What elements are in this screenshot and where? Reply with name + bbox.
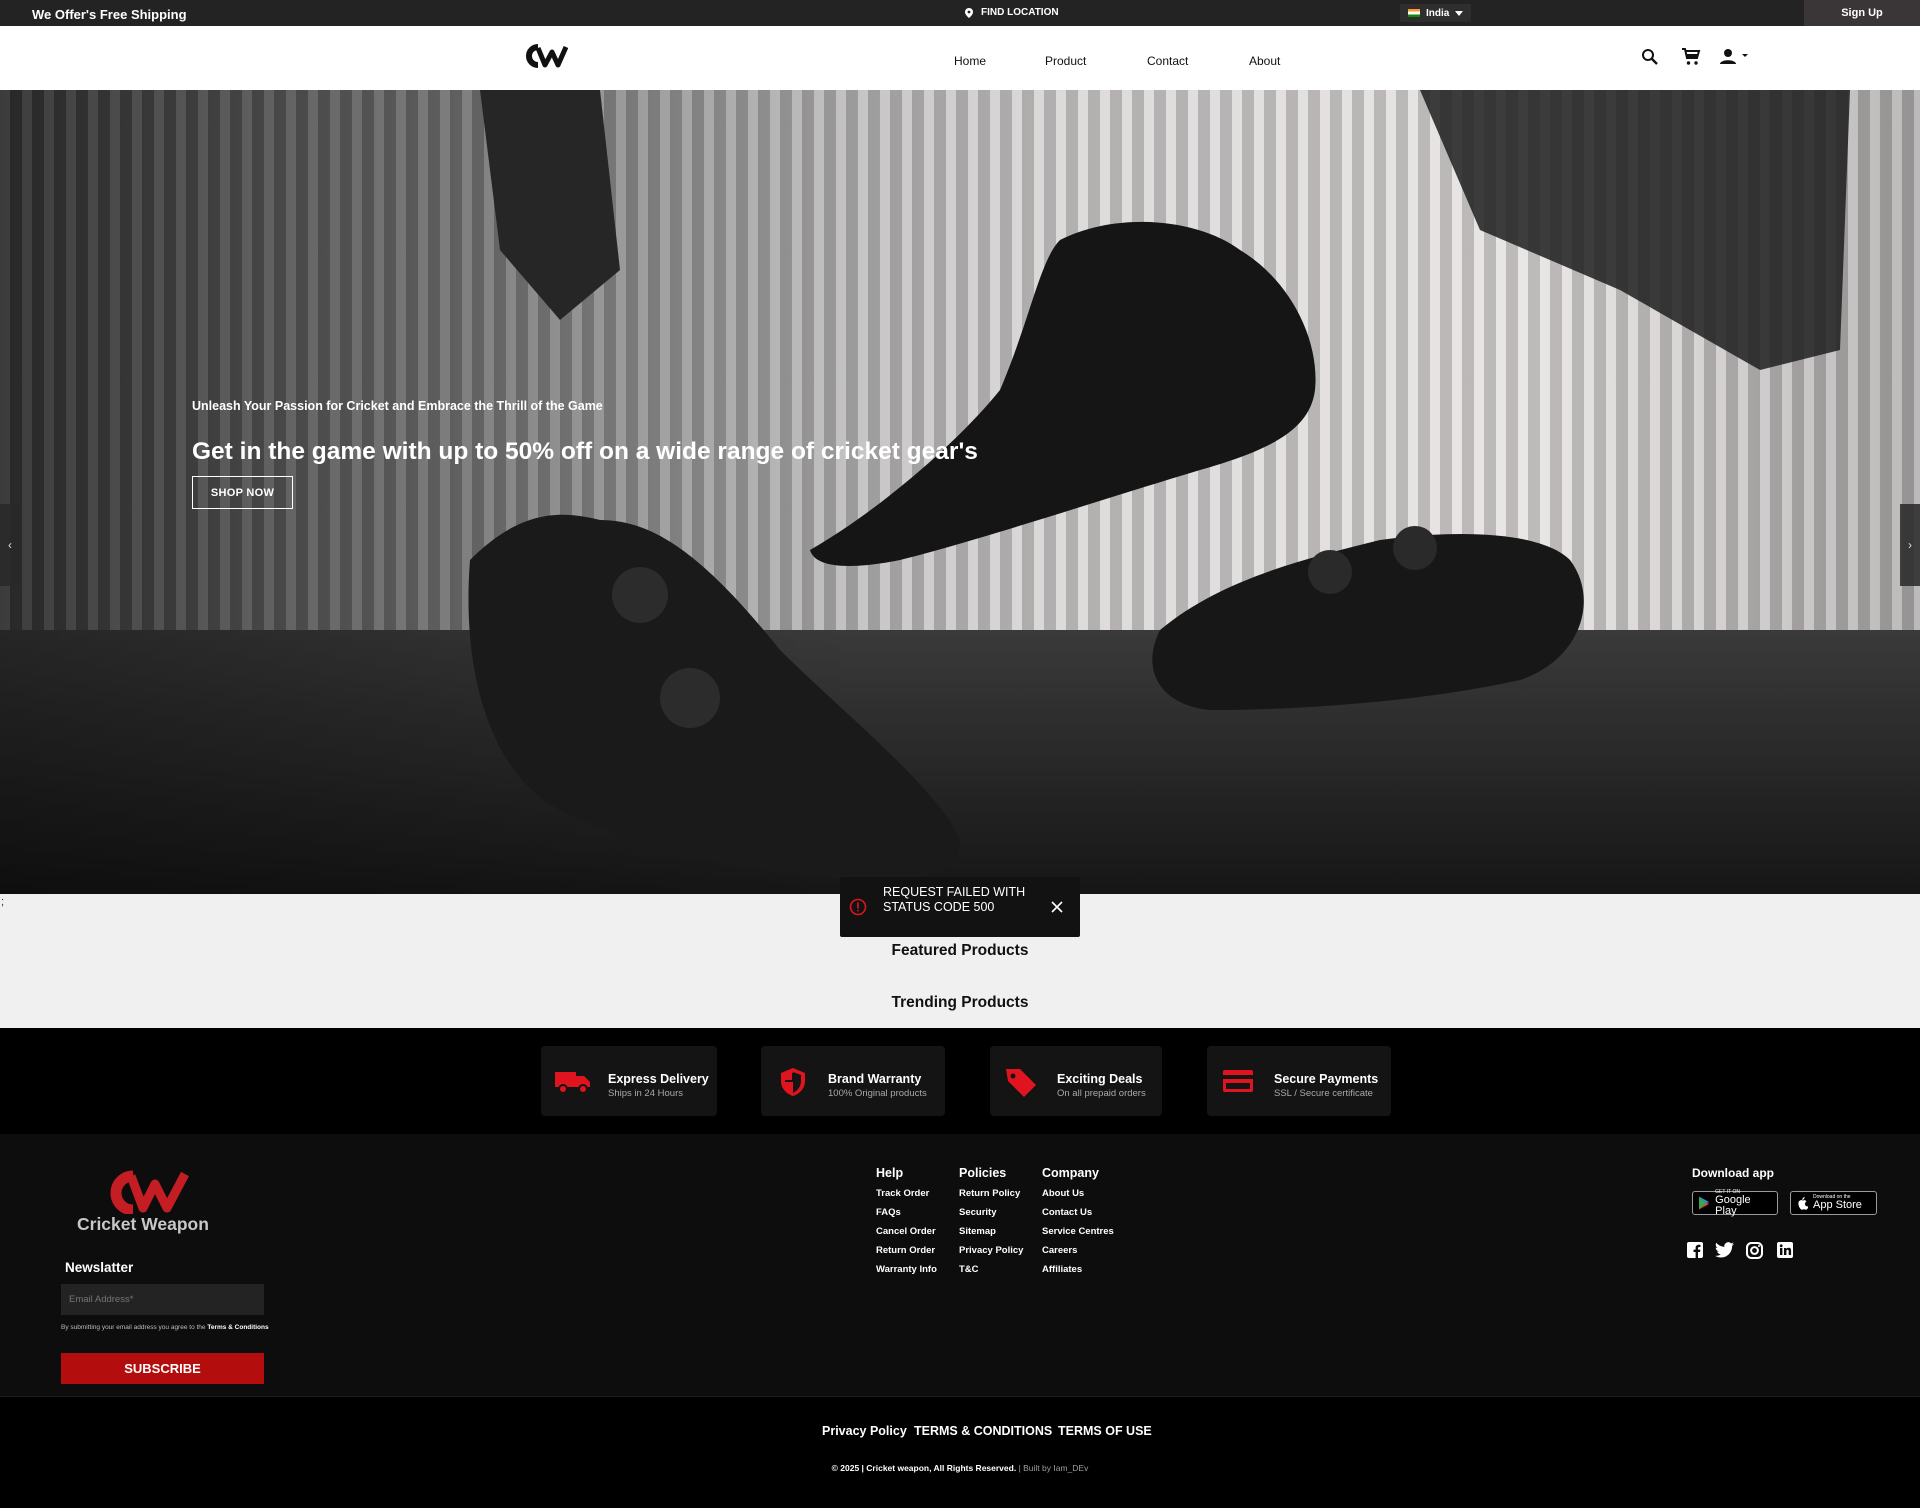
nav-about[interactable]: About <box>1249 54 1280 68</box>
footer-link-cancel-order[interactable]: Cancel Order <box>876 1226 937 1245</box>
logo-icon[interactable] <box>524 44 568 68</box>
apple-icon <box>1798 1196 1808 1210</box>
subscribe-button[interactable]: SUBSCRIBE <box>61 1353 264 1384</box>
footer-link-faqs[interactable]: FAQs <box>876 1207 937 1226</box>
feature-title: Secure Payments <box>1274 1072 1379 1086</box>
stray-character: ; <box>1 896 5 908</box>
built-by-text: | Built by Iam_DEv <box>1018 1463 1089 1473</box>
cart-icon[interactable] <box>1681 48 1701 66</box>
copyright: © 2025 | Cricket weapon, All Rights Rese… <box>0 1463 1920 1473</box>
feature-card-payments: Secure Payments SSL / Secure certificate <box>1207 1046 1391 1116</box>
footer-col-help: Help Track Order FAQs Cancel Order Retur… <box>876 1166 937 1283</box>
terms-conditions-link[interactable]: TERMS & CONDITIONS <box>914 1424 1052 1438</box>
facebook-icon[interactable] <box>1687 1242 1703 1258</box>
footer-link-contact-us[interactable]: Contact Us <box>1042 1207 1114 1226</box>
footer-col-title: Company <box>1042 1166 1099 1180</box>
newsletter-email-input[interactable] <box>61 1284 264 1315</box>
footer-link-tnc[interactable]: T&C <box>959 1264 1023 1283</box>
footer-col-policies: Policies Return Policy Security Sitemap … <box>959 1166 1023 1283</box>
linkedin-icon[interactable] <box>1777 1242 1793 1258</box>
nav-home[interactable]: Home <box>954 54 986 68</box>
country-selector[interactable]: India <box>1400 4 1472 22</box>
app-store-button[interactable]: Download on the App Store <box>1790 1191 1877 1215</box>
consent-text: By submitting your email address you agr… <box>61 1324 206 1331</box>
user-account-icon[interactable] <box>1719 48 1751 66</box>
feature-card-delivery: Express Delivery Ships in 24 Hours <box>541 1046 717 1116</box>
shipping-banner: We Offer's Free Shipping <box>32 7 187 22</box>
footer-link-security[interactable]: Security <box>959 1207 1023 1226</box>
feature-title: Exciting Deals <box>1057 1072 1143 1086</box>
privacy-policy-link[interactable]: Privacy Policy <box>822 1424 907 1438</box>
features-strip: Express Delivery Ships in 24 Hours Brand… <box>0 1028 1920 1134</box>
card-icon <box>1223 1070 1253 1092</box>
hero-banner: Unleash Your Passion for Cricket and Emb… <box>0 90 1920 894</box>
feature-subtitle: On all prepaid orders <box>1057 1088 1146 1099</box>
feature-title: Express Delivery <box>608 1072 709 1086</box>
newsletter-consent: By submitting your email address you agr… <box>61 1322 271 1333</box>
google-play-button[interactable]: GET IT ON Google Play <box>1692 1189 1778 1217</box>
error-icon <box>849 898 867 916</box>
footer-brand-name: Cricket Weapon <box>77 1214 209 1234</box>
google-play-icon <box>1699 1196 1710 1210</box>
chevron-down-icon <box>1455 10 1464 16</box>
twitter-icon[interactable] <box>1715 1242 1734 1258</box>
signup-button[interactable]: Sign Up <box>1804 0 1920 26</box>
location-pin-icon <box>965 7 973 18</box>
footer-link-privacy-policy[interactable]: Privacy Policy <box>959 1245 1023 1264</box>
feature-subtitle: Ships in 24 Hours <box>608 1088 683 1099</box>
close-icon[interactable] <box>1051 901 1063 913</box>
footer-link-careers[interactable]: Careers <box>1042 1245 1114 1264</box>
bottom-bar: Privacy Policy TERMS & CONDITIONS TERMS … <box>0 1396 1920 1508</box>
top-bar: We Offer's Free Shipping FIND LOCATION I… <box>0 0 1920 26</box>
carousel-next-button[interactable]: › <box>1900 504 1920 586</box>
toast-message: REQUEST FAILED WITH STATUS CODE 500 <box>883 885 1026 914</box>
footer-link-about-us[interactable]: About Us <box>1042 1188 1114 1207</box>
nav-product[interactable]: Product <box>1045 54 1086 68</box>
carousel-prev-button[interactable]: ‹ <box>0 504 20 586</box>
trending-products-heading: Trending Products <box>891 994 1029 1011</box>
terms-of-use-link[interactable]: TERMS OF USE <box>1058 1424 1152 1438</box>
footer-link-sitemap[interactable]: Sitemap <box>959 1226 1023 1245</box>
country-label: India <box>1426 7 1450 19</box>
tag-icon <box>1006 1069 1036 1097</box>
india-flag-icon <box>1408 9 1420 17</box>
main-navbar: Home Product Contact About <box>0 26 1920 90</box>
feature-card-deals: Exciting Deals On all prepaid orders <box>990 1046 1162 1116</box>
instagram-icon[interactable] <box>1746 1242 1763 1259</box>
shield-icon <box>781 1068 805 1096</box>
google-play-label: Google Play <box>1715 1193 1751 1217</box>
footer-link-return-order[interactable]: Return Order <box>876 1245 937 1264</box>
footer-link-track-order[interactable]: Track Order <box>876 1188 937 1207</box>
download-app-title: Download app <box>1692 1166 1774 1180</box>
footer-link-return-policy[interactable]: Return Policy <box>959 1188 1023 1207</box>
find-location-link[interactable]: FIND LOCATION <box>965 7 1059 18</box>
app-store-label: App Store <box>1813 1199 1862 1211</box>
error-toast: REQUEST FAILED WITH STATUS CODE 500 <box>840 877 1080 937</box>
hero-headline: Get in the game with up to 50% off on a … <box>192 438 978 465</box>
hero-subtitle: Unleash Your Passion for Cricket and Emb… <box>192 399 603 413</box>
footer-link-service-centres[interactable]: Service Centres <box>1042 1226 1114 1245</box>
newsletter-title: Newslatter <box>65 1260 134 1275</box>
feature-subtitle: SSL / Secure certificate <box>1274 1088 1373 1099</box>
search-icon[interactable] <box>1641 48 1659 66</box>
find-location-label: FIND LOCATION <box>981 7 1059 18</box>
shop-now-button[interactable]: SHOP NOW <box>192 476 293 509</box>
feature-title: Brand Warranty <box>828 1072 922 1086</box>
footer-col-title: Help <box>876 1166 904 1180</box>
copyright-text: © 2025 | Cricket weapon, All Rights Rese… <box>831 1463 1017 1473</box>
nav-contact[interactable]: Contact <box>1147 54 1188 68</box>
footer-link-affiliates[interactable]: Affiliates <box>1042 1264 1114 1283</box>
feature-subtitle: 100% Original products <box>828 1088 927 1099</box>
feature-card-warranty: Brand Warranty 100% Original products <box>761 1046 945 1116</box>
footer-logo-icon[interactable] <box>105 1170 189 1214</box>
truck-icon <box>555 1072 590 1094</box>
footer-link-warranty-info[interactable]: Warranty Info <box>876 1264 937 1283</box>
footer: Cricket Weapon Newslatter By submitting … <box>0 1134 1920 1396</box>
footer-col-company: Company About Us Contact Us Service Cent… <box>1042 1166 1114 1283</box>
footer-col-title: Policies <box>959 1166 1007 1180</box>
featured-products-heading: Featured Products <box>891 942 1029 959</box>
terms-link[interactable]: Terms & Conditions <box>207 1324 268 1331</box>
